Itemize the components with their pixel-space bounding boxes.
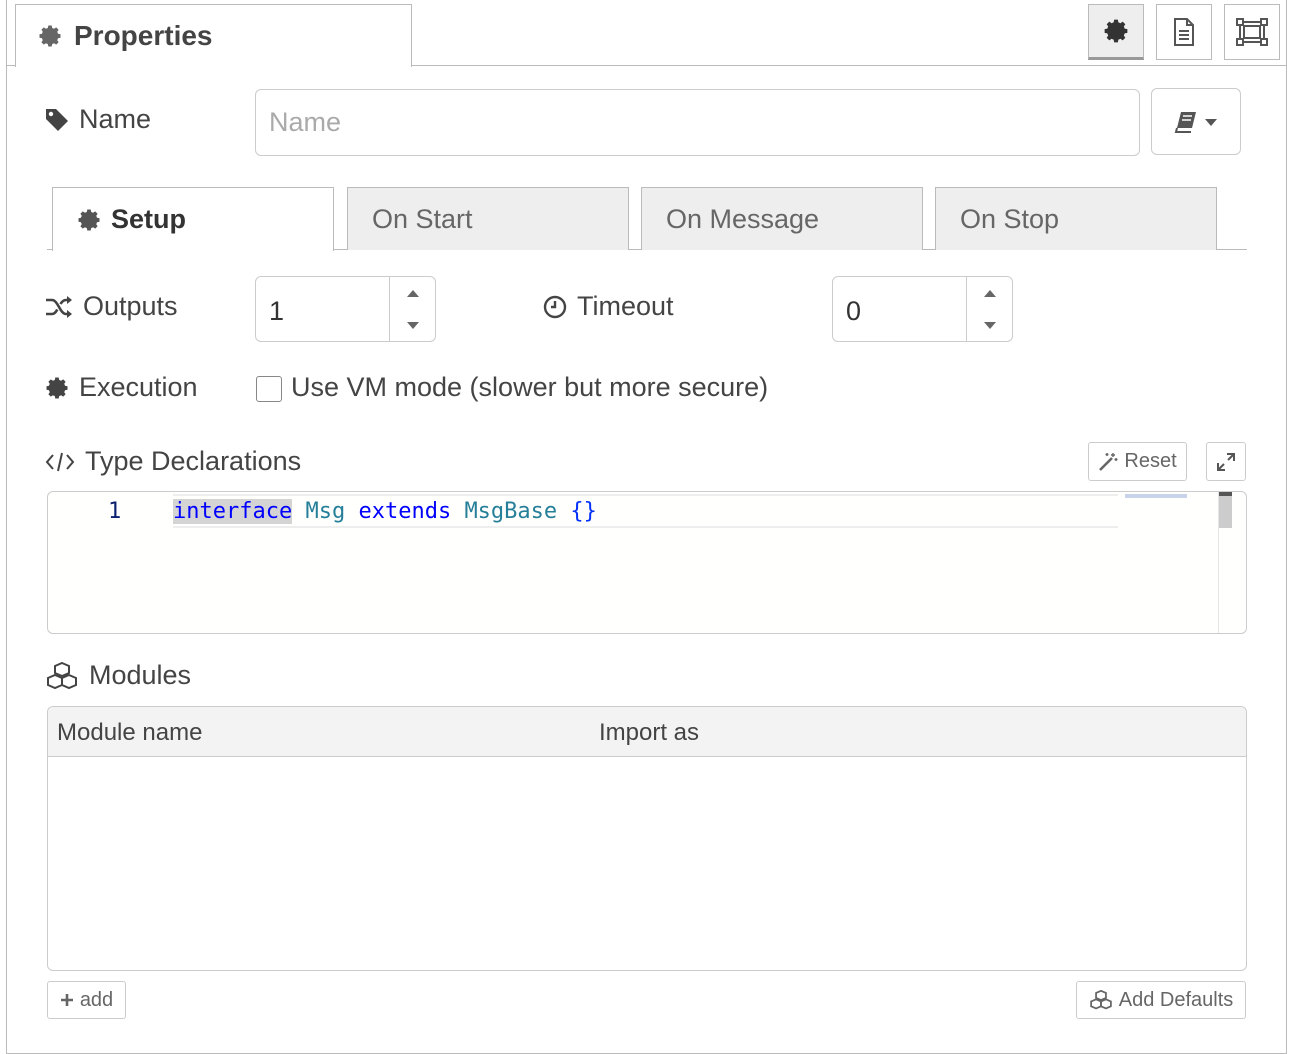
book-icon: [1174, 111, 1196, 133]
modules-label: Modules: [45, 660, 191, 691]
vm-mode-checkbox[interactable]: [256, 376, 282, 402]
tab-setup[interactable]: Setup: [52, 187, 334, 251]
caret-down-icon: [1205, 118, 1217, 126]
editor-scrollbar[interactable]: [1218, 492, 1246, 633]
cubes-icon: [1089, 990, 1112, 1010]
add-defaults-button[interactable]: Add Defaults: [1076, 981, 1246, 1019]
tab-properties-label: Properties: [74, 20, 213, 51]
column-header-module-name: Module name: [57, 719, 203, 746]
properties-panel: Properties Name Setup On Start On Messag…: [6, 0, 1287, 1054]
frame-icon: [1236, 18, 1268, 46]
timeout-value: 0: [846, 296, 862, 326]
gear-icon: [78, 209, 100, 230]
gear-icon: [39, 25, 61, 47]
add-module-button[interactable]: add: [47, 981, 126, 1019]
tab-on-stop[interactable]: On Stop: [935, 187, 1217, 250]
execution-label: Execution: [45, 372, 198, 403]
timeout-increment-button[interactable]: [967, 277, 1013, 309]
cubes-icon: [47, 661, 77, 689]
caret-down-icon: [407, 321, 419, 329]
code-line[interactable]: interface Msg extends MsgBase {}: [173, 499, 597, 524]
settings-button[interactable]: [1088, 4, 1144, 60]
plus-icon: [60, 994, 73, 1006]
type-declarations-label: Type Declarations: [45, 446, 301, 477]
appearance-button[interactable]: [1224, 4, 1280, 60]
clock-icon: [543, 295, 567, 318]
tab-on-message[interactable]: On Message: [641, 187, 923, 250]
timeout-stepper-arrows: [966, 277, 1012, 341]
line-number: 1: [108, 499, 122, 524]
column-header-import-as: Import as: [599, 719, 700, 746]
outputs-stepper[interactable]: 1: [255, 276, 436, 342]
caret-up-icon: [407, 289, 419, 297]
outputs-label: Outputs: [45, 291, 178, 322]
timeout-stepper[interactable]: 0: [832, 276, 1013, 342]
outputs-stepper-arrows: [389, 277, 435, 341]
tab-on-start[interactable]: On Start: [347, 187, 629, 250]
editor-scrollbar-thumb[interactable]: [1219, 492, 1232, 528]
expand-editor-button[interactable]: [1206, 442, 1246, 481]
library-button[interactable]: [1151, 88, 1241, 155]
code-token-braces: {}: [570, 499, 597, 524]
name-input[interactable]: [255, 89, 1140, 156]
tag-icon: [46, 108, 68, 131]
modules-table: Module name Import as: [47, 706, 1247, 971]
document-icon: [1174, 18, 1194, 46]
timeout-decrement-button[interactable]: [967, 309, 1013, 341]
vm-mode-label[interactable]: Use VM mode (slower but more secure): [291, 372, 768, 403]
timeout-label: Timeout: [543, 291, 674, 322]
outputs-decrement-button[interactable]: [390, 309, 436, 341]
description-button[interactable]: [1156, 4, 1212, 60]
reset-button[interactable]: Reset: [1088, 442, 1187, 481]
code-token-type: MsgBase: [464, 499, 558, 524]
gear-icon: [46, 377, 68, 398]
code-token-keyword: extends: [358, 499, 452, 524]
modules-table-header: Module name Import as: [48, 707, 1246, 757]
name-label: Name: [45, 104, 151, 135]
expand-icon: [1217, 452, 1235, 471]
caret-down-icon: [984, 321, 996, 329]
shuffle-icon: [46, 295, 72, 318]
magic-wand-icon: [1099, 452, 1118, 471]
code-token-keyword: interface: [173, 499, 293, 524]
editor-minimap[interactable]: [1125, 494, 1187, 498]
tab-properties[interactable]: Properties: [15, 4, 412, 67]
code-token-type: Msg: [305, 499, 346, 524]
outputs-value: 1: [269, 296, 285, 326]
type-declarations-editor[interactable]: 1 interface Msg extends MsgBase {}: [47, 491, 1247, 634]
outputs-increment-button[interactable]: [390, 277, 436, 309]
code-icon: [45, 452, 75, 471]
caret-up-icon: [984, 289, 996, 297]
gear-icon: [1104, 19, 1128, 43]
